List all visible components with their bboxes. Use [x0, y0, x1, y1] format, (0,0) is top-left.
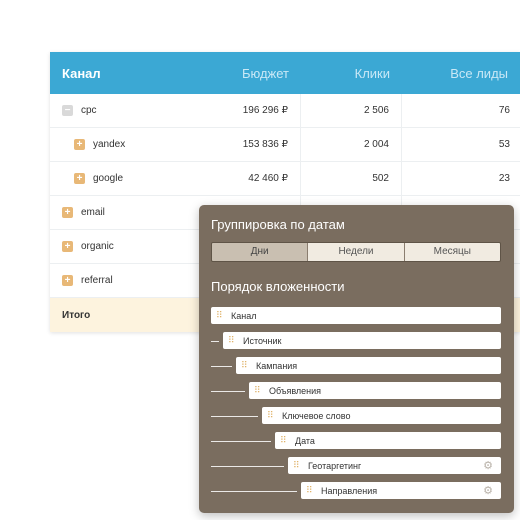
nesting-item-source[interactable]: ⠿ Источник	[223, 332, 501, 349]
channel-name: cpc	[81, 105, 97, 116]
table-row: + yandex 153 836 ₽ 2 004 53	[50, 128, 520, 162]
channel-name: referral	[81, 275, 113, 286]
nesting-item-label: Ключевое слово	[282, 410, 351, 421]
gear-icon[interactable]: ⚙	[483, 484, 493, 497]
nesting-connector	[211, 416, 258, 417]
channel-name: yandex	[93, 139, 126, 150]
column-header-clicks[interactable]: Клики	[301, 66, 402, 81]
expand-icon[interactable]: +	[62, 241, 73, 252]
nesting-item-channel[interactable]: ⠿ Канал	[211, 307, 501, 324]
drag-handle-icon[interactable]: ⠿	[241, 360, 251, 371]
nesting-item-label: Геотаргетинг	[308, 460, 362, 471]
table-header: Канал Бюджет Клики Все лиды	[50, 52, 520, 94]
budget-cell: 196 296 ₽	[200, 94, 301, 127]
nesting-item-label: Дата	[295, 435, 315, 446]
budget-cell: 153 836 ₽	[200, 128, 301, 161]
nesting-item-label: Направления	[321, 485, 378, 496]
date-grouping-selector: Дни Недели Месяцы	[211, 242, 501, 262]
nesting-item-directions[interactable]: ⠿ Направления ⚙	[301, 482, 501, 499]
nesting-item-label: Источник	[243, 335, 282, 346]
leads-cell: 53	[498, 139, 510, 150]
column-header-budget[interactable]: Бюджет	[200, 66, 301, 81]
expand-icon[interactable]: +	[74, 173, 85, 184]
expand-icon[interactable]: +	[62, 275, 73, 286]
nesting-connector	[211, 366, 232, 367]
channel-cell: + referral	[50, 275, 200, 286]
drag-handle-icon[interactable]: ⠿	[216, 310, 226, 321]
column-header-channel[interactable]: Канал	[50, 66, 200, 81]
drag-handle-icon[interactable]: ⠿	[306, 485, 316, 496]
channel-cell: + google	[50, 173, 200, 184]
nesting-item-date[interactable]: ⠿ Дата	[275, 432, 501, 449]
drag-handle-icon[interactable]: ⠿	[267, 410, 277, 421]
channel-name: email	[81, 207, 105, 218]
nesting-item-keyword[interactable]: ⠿ Ключевое слово	[262, 407, 501, 424]
channel-cell: + organic	[50, 241, 200, 252]
gear-icon[interactable]: ⚙	[483, 459, 493, 472]
date-option-weeks[interactable]: Недели	[308, 243, 405, 261]
date-grouping-title: Группировка по датам	[211, 217, 345, 232]
nesting-item-label: Объявления	[269, 385, 322, 396]
drag-handle-icon[interactable]: ⠿	[228, 335, 238, 346]
table-row: − cpc 196 296 ₽ 2 506 76	[50, 94, 520, 128]
channel-cell: + yandex	[50, 139, 200, 150]
nesting-item-ads[interactable]: ⠿ Объявления	[249, 382, 501, 399]
nesting-connector	[211, 391, 245, 392]
channel-cell: − cpc	[50, 105, 200, 116]
nesting-item-label: Кампания	[256, 360, 298, 371]
date-option-months[interactable]: Месяцы	[404, 243, 500, 261]
total-label: Итого	[62, 309, 91, 321]
nesting-item-geotargeting[interactable]: ⠿ Геотаргетинг ⚙	[288, 457, 501, 474]
channel-name: google	[93, 173, 124, 184]
table-row: + google 42 460 ₽ 502 23	[50, 162, 520, 196]
drag-handle-icon[interactable]: ⠿	[280, 435, 290, 446]
clicks-cell: 502	[301, 162, 402, 195]
date-option-days[interactable]: Дни	[212, 243, 309, 261]
drag-handle-icon[interactable]: ⠿	[254, 385, 264, 396]
leads-cell: 23	[498, 173, 510, 184]
expand-icon[interactable]: +	[74, 139, 85, 150]
nesting-connector	[211, 441, 271, 442]
column-header-leads[interactable]: Все лиды	[402, 66, 520, 81]
grouping-panel: Группировка по датам Дни Недели Месяцы П…	[199, 205, 514, 513]
nesting-item-campaign[interactable]: ⠿ Кампания	[236, 357, 501, 374]
channel-name: organic	[81, 241, 114, 252]
nesting-connector	[211, 491, 297, 492]
collapse-icon[interactable]: −	[62, 105, 73, 116]
drag-handle-icon[interactable]: ⠿	[293, 460, 303, 471]
nesting-connector	[211, 466, 284, 467]
channel-cell: + email	[50, 207, 200, 218]
clicks-cell: 2 506	[301, 94, 402, 127]
budget-cell: 42 460 ₽	[200, 162, 301, 195]
nesting-item-label: Канал	[231, 310, 257, 321]
nesting-order-title: Порядок вложенности	[211, 279, 345, 294]
nesting-connector	[211, 341, 219, 342]
clicks-cell: 2 004	[301, 128, 402, 161]
leads-cell: 76	[498, 105, 510, 116]
expand-icon[interactable]: +	[62, 207, 73, 218]
